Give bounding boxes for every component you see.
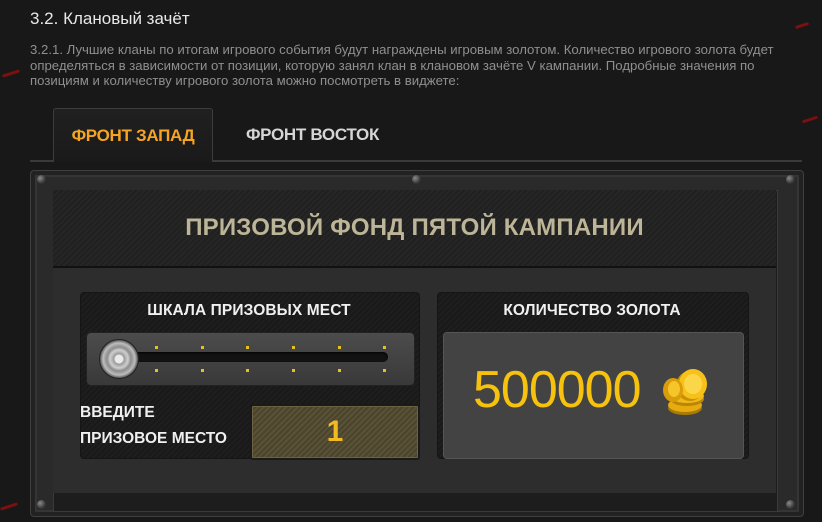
bolt-icon bbox=[37, 500, 46, 509]
prize-scale-caption: ШКАЛА ПРИЗОВЫХ МЕСТ bbox=[147, 302, 351, 319]
section-description: 3.2.1. Лучшие кланы по итогам игрового с… bbox=[30, 42, 774, 88]
slider-tick bbox=[338, 369, 341, 372]
gold-amount-value: 500000 bbox=[473, 361, 642, 419]
slider-groove bbox=[110, 352, 388, 362]
gold-coins-icon bbox=[663, 369, 707, 415]
slider-handle[interactable] bbox=[99, 339, 139, 379]
slider-tick bbox=[246, 346, 249, 349]
prize-place-input[interactable]: 1 bbox=[250, 404, 420, 460]
place-input-label-line1: ВВЕДИТЕ bbox=[80, 404, 155, 421]
prize-fund-header: ПРИЗОВОЙ ФОНД ПЯТОЙ КАМПАНИИ bbox=[53, 190, 776, 268]
slider-tick bbox=[155, 346, 158, 349]
slider-tick bbox=[201, 346, 204, 349]
slider-tick bbox=[155, 369, 158, 372]
tab-front-west[interactable]: ФРОНТ ЗАПАД bbox=[53, 108, 213, 162]
slider-tick bbox=[292, 369, 295, 372]
slider-tick bbox=[338, 346, 341, 349]
place-input-label-line2: ПРИЗОВОЕ МЕСТО bbox=[80, 430, 227, 447]
background-streak bbox=[801, 115, 819, 124]
gold-amount-caption: КОЛИЧЕСТВО ЗОЛОТА bbox=[503, 302, 681, 319]
slider-tick bbox=[246, 369, 249, 372]
slider-tick bbox=[201, 369, 204, 372]
slider-tick bbox=[383, 346, 386, 349]
tab-front-east[interactable]: ФРОНТ ВОСТОК bbox=[215, 108, 410, 161]
bolt-icon bbox=[786, 500, 795, 509]
background-streak bbox=[794, 21, 810, 30]
bolt-icon bbox=[412, 175, 421, 184]
background-streak bbox=[1, 69, 21, 78]
prize-fund-title: ПРИЗОВОЙ ФОНД ПЯТОЙ КАМПАНИИ bbox=[185, 214, 644, 241]
section-title: 3.2. Клановый зачёт bbox=[30, 9, 190, 28]
slider-tick bbox=[383, 369, 386, 372]
slider-tick bbox=[292, 346, 295, 349]
bolt-icon bbox=[37, 175, 46, 184]
bolt-icon bbox=[786, 175, 795, 184]
background-streak bbox=[0, 502, 19, 511]
